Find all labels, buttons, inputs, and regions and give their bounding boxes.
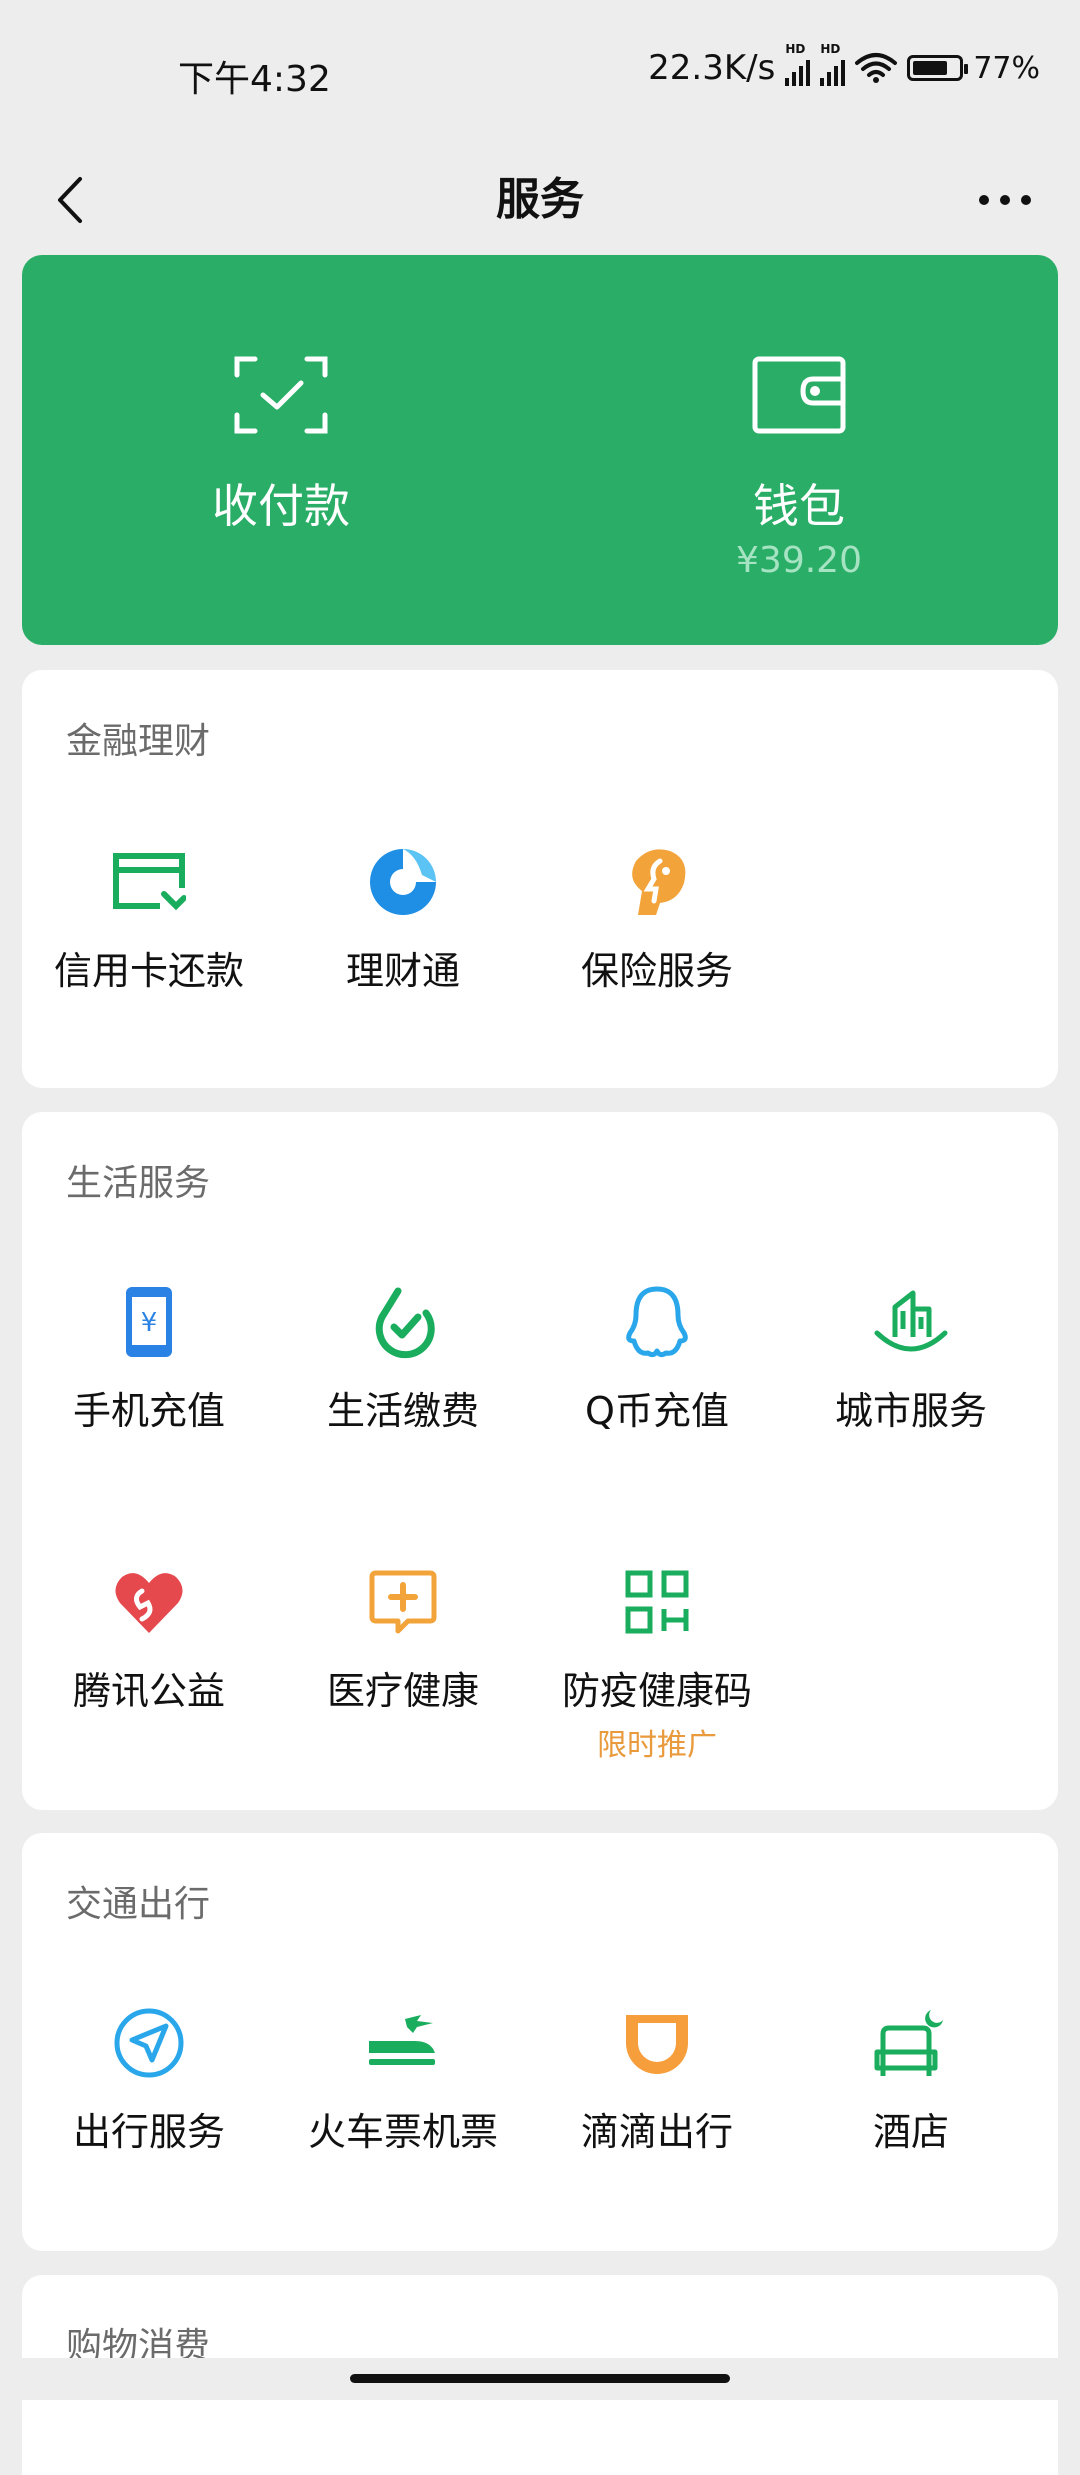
item-label: 医疗健康	[326, 1669, 479, 1713]
signal-icon: HD	[785, 42, 811, 86]
item-label: 城市服务	[834, 1389, 987, 1433]
utility-payment-icon	[361, 1280, 445, 1364]
section-title: 金融理财	[66, 721, 211, 762]
train-plane-icon	[361, 2001, 445, 2085]
wallet-label: 钱包	[753, 479, 845, 533]
phone-topup-button[interactable]: ¥ 手机充值	[22, 1280, 276, 1500]
credit-card-repay-button[interactable]: 信用卡还款	[22, 840, 276, 1060]
item-label: 酒店	[872, 2110, 949, 2154]
item-label: 滴滴出行	[580, 2110, 733, 2154]
hotel-icon	[869, 2001, 953, 2085]
train-plane-button[interactable]: 火车票机票	[276, 2001, 530, 2221]
city-service-button[interactable]: 城市服务	[784, 1280, 1038, 1500]
item-label: 理财通	[345, 949, 460, 993]
battery-icon	[907, 55, 969, 81]
licaitong-button[interactable]: 理财通	[276, 840, 530, 1060]
item-label: 生活缴费	[326, 1389, 479, 1433]
net-speed: 22.3K/s	[648, 48, 776, 88]
scan-check-icon	[234, 356, 328, 434]
nav-bar: 服务	[0, 140, 1080, 260]
item-label: 信用卡还款	[53, 949, 244, 993]
section-finance: 金融理财 信用卡还款 理财通 保险服务	[22, 670, 1058, 1088]
item-label: 腾讯公益	[72, 1669, 225, 1713]
battery-percent: 77%	[973, 50, 1040, 86]
pay-button[interactable]: 收付款	[22, 255, 540, 645]
qq-coin-button[interactable]: Q币充值	[530, 1280, 784, 1500]
credit-card-icon	[107, 840, 191, 924]
city-service-icon	[869, 1280, 953, 1364]
section-title: 生活服务	[66, 1163, 211, 1204]
status-indicators: 22.3K/s HD HD 77%	[648, 42, 1040, 88]
pay-label: 收付款	[212, 479, 350, 533]
svg-text:¥: ¥	[141, 1308, 158, 1338]
item-label: Q币充值	[585, 1389, 729, 1433]
didi-icon	[615, 2001, 699, 2085]
signal-icon: HD	[820, 42, 846, 86]
wallet-button[interactable]: 钱包 ¥39.20	[540, 255, 1058, 645]
section-life: 生活服务 ¥ 手机充值 生活缴费 Q币充值 城市服务 腾讯公益 医疗健康 防疫健…	[22, 1112, 1058, 1810]
didi-button[interactable]: 滴滴出行	[530, 2001, 784, 2221]
item-label: 保险服务	[580, 949, 733, 993]
home-indicator[interactable]	[350, 2374, 730, 2383]
section-travel: 交通出行 出行服务 火车票机票 滴滴出行 酒店	[22, 1833, 1058, 2251]
item-label: 火车票机票	[307, 2110, 498, 2154]
insurance-button[interactable]: 保险服务	[530, 840, 784, 1060]
tencent-charity-icon	[107, 1560, 191, 1644]
qq-coin-icon	[615, 1280, 699, 1364]
tencent-charity-button[interactable]: 腾讯公益	[22, 1560, 276, 1780]
page-title: 服务	[496, 174, 584, 225]
health-code-button[interactable]: 防疫健康码 限时推广	[530, 1560, 784, 1780]
item-label: 出行服务	[72, 2110, 225, 2154]
wallet-balance: ¥39.20	[736, 540, 862, 581]
pay-card: 收付款 钱包 ¥39.20	[22, 255, 1058, 645]
section-title: 交通出行	[66, 1884, 211, 1925]
health-code-icon	[615, 1560, 699, 1644]
item-label: 防疫健康码	[561, 1669, 752, 1713]
medical-health-button[interactable]: 医疗健康	[276, 1560, 530, 1780]
licaitong-icon	[361, 840, 445, 924]
item-label: 手机充值	[72, 1389, 225, 1433]
promo-badge: 限时推广	[597, 1728, 717, 1763]
medical-health-icon	[361, 1560, 445, 1644]
utility-payment-button[interactable]: 生活缴费	[276, 1280, 530, 1500]
travel-service-icon	[107, 2001, 191, 2085]
hotel-button[interactable]: 酒店	[784, 2001, 1038, 2221]
status-bar: 下午4:32 22.3K/s HD HD 77%	[0, 0, 1080, 140]
more-button[interactable]	[960, 140, 1050, 260]
insurance-icon	[615, 840, 699, 924]
wifi-icon	[855, 53, 898, 83]
phone-topup-icon: ¥	[107, 1280, 191, 1364]
more-dots-icon	[979, 195, 1031, 205]
wallet-icon	[752, 356, 846, 434]
travel-service-button[interactable]: 出行服务	[22, 2001, 276, 2221]
status-time: 下午4:32	[178, 59, 331, 100]
